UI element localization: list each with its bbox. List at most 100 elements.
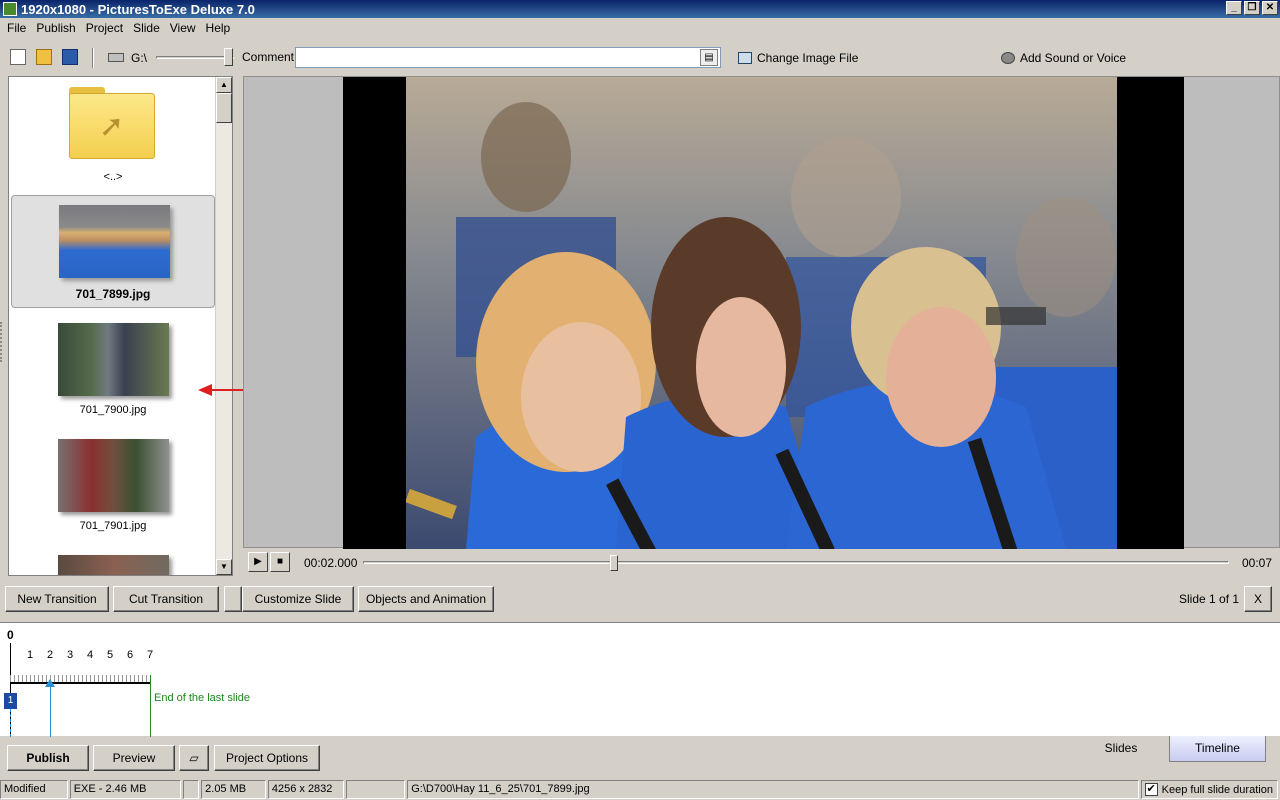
menu-help[interactable]: Help (201, 21, 236, 35)
stop-button[interactable]: ■ (270, 552, 290, 572)
timeline-slide-dashed-line (10, 709, 11, 737)
scroll-up-button[interactable]: ▲ (216, 77, 232, 93)
folder-up-icon: ➚ (69, 87, 155, 159)
customize-slide-button[interactable]: Customize Slide (242, 586, 354, 612)
menu-slide[interactable]: Slide (128, 21, 165, 35)
scroll-down-button[interactable]: ▼ (216, 559, 232, 575)
toolbar: G:\ Comment ▤ Change Image File Add Soun… (0, 44, 1280, 72)
sound-icon (1001, 52, 1015, 64)
window-title: 1920x1080 - PicturesToExe Deluxe 7.0 (21, 1, 255, 17)
new-file-icon[interactable] (10, 49, 26, 65)
menu-project[interactable]: Project (81, 21, 128, 35)
close-panel-button[interactable]: X (1244, 586, 1272, 612)
slide-counter: Slide 1 of 1 (1179, 592, 1240, 606)
timeline-tick: 5 (106, 649, 114, 661)
file-item-701-7900[interactable]: 701_7900.jpg (11, 317, 215, 427)
status-modified: Modified (0, 780, 68, 799)
add-sound-button[interactable]: Add Sound or Voice (1001, 51, 1126, 65)
project-options-button[interactable]: Project Options (214, 745, 320, 771)
timeline-tick: 3 (66, 649, 74, 661)
slide-action-bar: New Transition Cut Transition Customize … (0, 586, 1280, 614)
playback-position-knob[interactable] (610, 555, 619, 571)
comment-label: Comment (242, 50, 295, 64)
eraser-icon[interactable]: ▱ (179, 745, 209, 771)
slide-frame (343, 77, 1184, 549)
timeline-cursor-arrow-icon[interactable] (45, 679, 55, 687)
playback-bar: ▶ ■ 00:02.000 00:07 (243, 550, 1280, 576)
restore-button[interactable]: ❐ (1244, 1, 1260, 15)
menu-view[interactable]: View (165, 21, 201, 35)
timeline-panel[interactable]: 0 1 2 3 4 5 6 7 End of the last slide 1 (0, 622, 1280, 737)
file-label: 701_7900.jpg (79, 404, 147, 416)
file-thumbnail (58, 323, 169, 396)
timeline-ruler-baseline (10, 683, 150, 684)
status-empty-cell (183, 780, 200, 799)
comment-notes-icon[interactable]: ▤ (700, 49, 718, 66)
image-file-icon (738, 52, 752, 64)
panel-splitter[interactable] (0, 322, 6, 362)
open-folder-icon[interactable] (36, 49, 52, 65)
file-item-701-7901[interactable]: 701_7901.jpg (11, 433, 215, 543)
cut-transition-button[interactable]: Cut Transition (113, 586, 219, 612)
slide-photo (406, 77, 1117, 549)
preview-button[interactable]: Preview (93, 745, 175, 771)
tab-slides[interactable]: Slides (1076, 736, 1166, 762)
file-thumbnail (58, 439, 169, 512)
comment-input[interactable] (295, 47, 721, 68)
status-file-size: 2.05 MB (201, 780, 266, 799)
app-window: 1920x1080 - PicturesToExe Deluxe 7.0 _ ❐… (0, 0, 1280, 800)
parent-folder-item[interactable]: ➚ <..> (11, 77, 215, 191)
new-transition-button[interactable]: New Transition (5, 586, 109, 612)
file-browser-panel: ➚ <..> 701_7899.jpg 701_7900.jpg 701_790… (8, 76, 233, 576)
file-thumbnail (58, 555, 169, 575)
change-image-button[interactable]: Change Image File (738, 51, 858, 65)
end-of-slide-label: End of the last slide (154, 692, 251, 704)
timeline-tick: 1 (26, 649, 34, 661)
transition-dropdown-button[interactable] (224, 586, 242, 612)
change-image-label: Change Image File (757, 51, 859, 65)
keep-duration-checkbox[interactable]: ✔ Keep full slide duration (1140, 780, 1278, 799)
scroll-thumb[interactable] (216, 93, 232, 123)
timeline-tick: 7 (146, 649, 154, 661)
status-bar: Modified EXE - 2.46 MB 2.05 MB 4256 x 28… (0, 780, 1280, 800)
bottom-bar: Publish Preview ▱ Project Options Slides… (0, 736, 1280, 780)
publish-button[interactable]: Publish (7, 745, 89, 771)
file-label: 701_7901.jpg (79, 520, 147, 532)
current-time: 00:02.000 (304, 556, 358, 570)
close-window-button[interactable]: ✕ (1262, 1, 1278, 15)
file-item-701-7899[interactable]: 701_7899.jpg (11, 195, 215, 308)
minimize-button[interactable]: _ (1226, 1, 1242, 15)
menu-publish[interactable]: Publish (31, 21, 80, 35)
timeline-tick: 4 (86, 649, 94, 661)
file-item-partial[interactable] (11, 549, 215, 575)
timeline-zero-label: 0 (7, 628, 14, 642)
save-icon[interactable] (62, 49, 78, 65)
playback-track[interactable] (363, 561, 1229, 564)
status-dimensions: 4256 x 2832 (267, 780, 344, 799)
timeline-cursor[interactable] (50, 683, 51, 737)
drive-label[interactable]: G:\ (131, 51, 147, 65)
toolbar-separator (92, 48, 94, 68)
timeline-ruler (10, 675, 150, 683)
musicians-photo-image (406, 77, 1117, 549)
checkbox-check-icon[interactable]: ✔ (1144, 783, 1158, 796)
slide-preview-area[interactable] (243, 76, 1280, 549)
menu-bar: File Publish Project Slide View Help (0, 18, 1280, 38)
drive-icon[interactable] (108, 53, 124, 62)
objects-and-animation-button[interactable]: Objects and Animation (358, 586, 494, 612)
total-time: 00:07 (1241, 556, 1272, 570)
play-button[interactable]: ▶ (248, 552, 268, 572)
file-label: 701_7899.jpg (75, 287, 151, 301)
thumbnail-size-slider-knob[interactable] (224, 48, 233, 66)
file-list-scrollbar[interactable]: ▲ ▼ (215, 77, 232, 575)
thumbnail-size-slider[interactable] (156, 56, 234, 59)
parent-folder-label: <..> (103, 171, 123, 183)
timeline-slide-marker[interactable]: 1 (4, 693, 17, 709)
menu-file[interactable]: File (2, 21, 31, 35)
tab-timeline[interactable]: Timeline (1169, 736, 1266, 762)
status-exe-size: EXE - 2.46 MB (69, 780, 182, 799)
timeline-end-line (150, 675, 151, 737)
file-thumbnail (59, 205, 170, 278)
status-empty-cell-2 (345, 780, 406, 799)
status-file-path: G:\D700\Hay 11_6_25\701_7899.jpg (407, 780, 1139, 799)
